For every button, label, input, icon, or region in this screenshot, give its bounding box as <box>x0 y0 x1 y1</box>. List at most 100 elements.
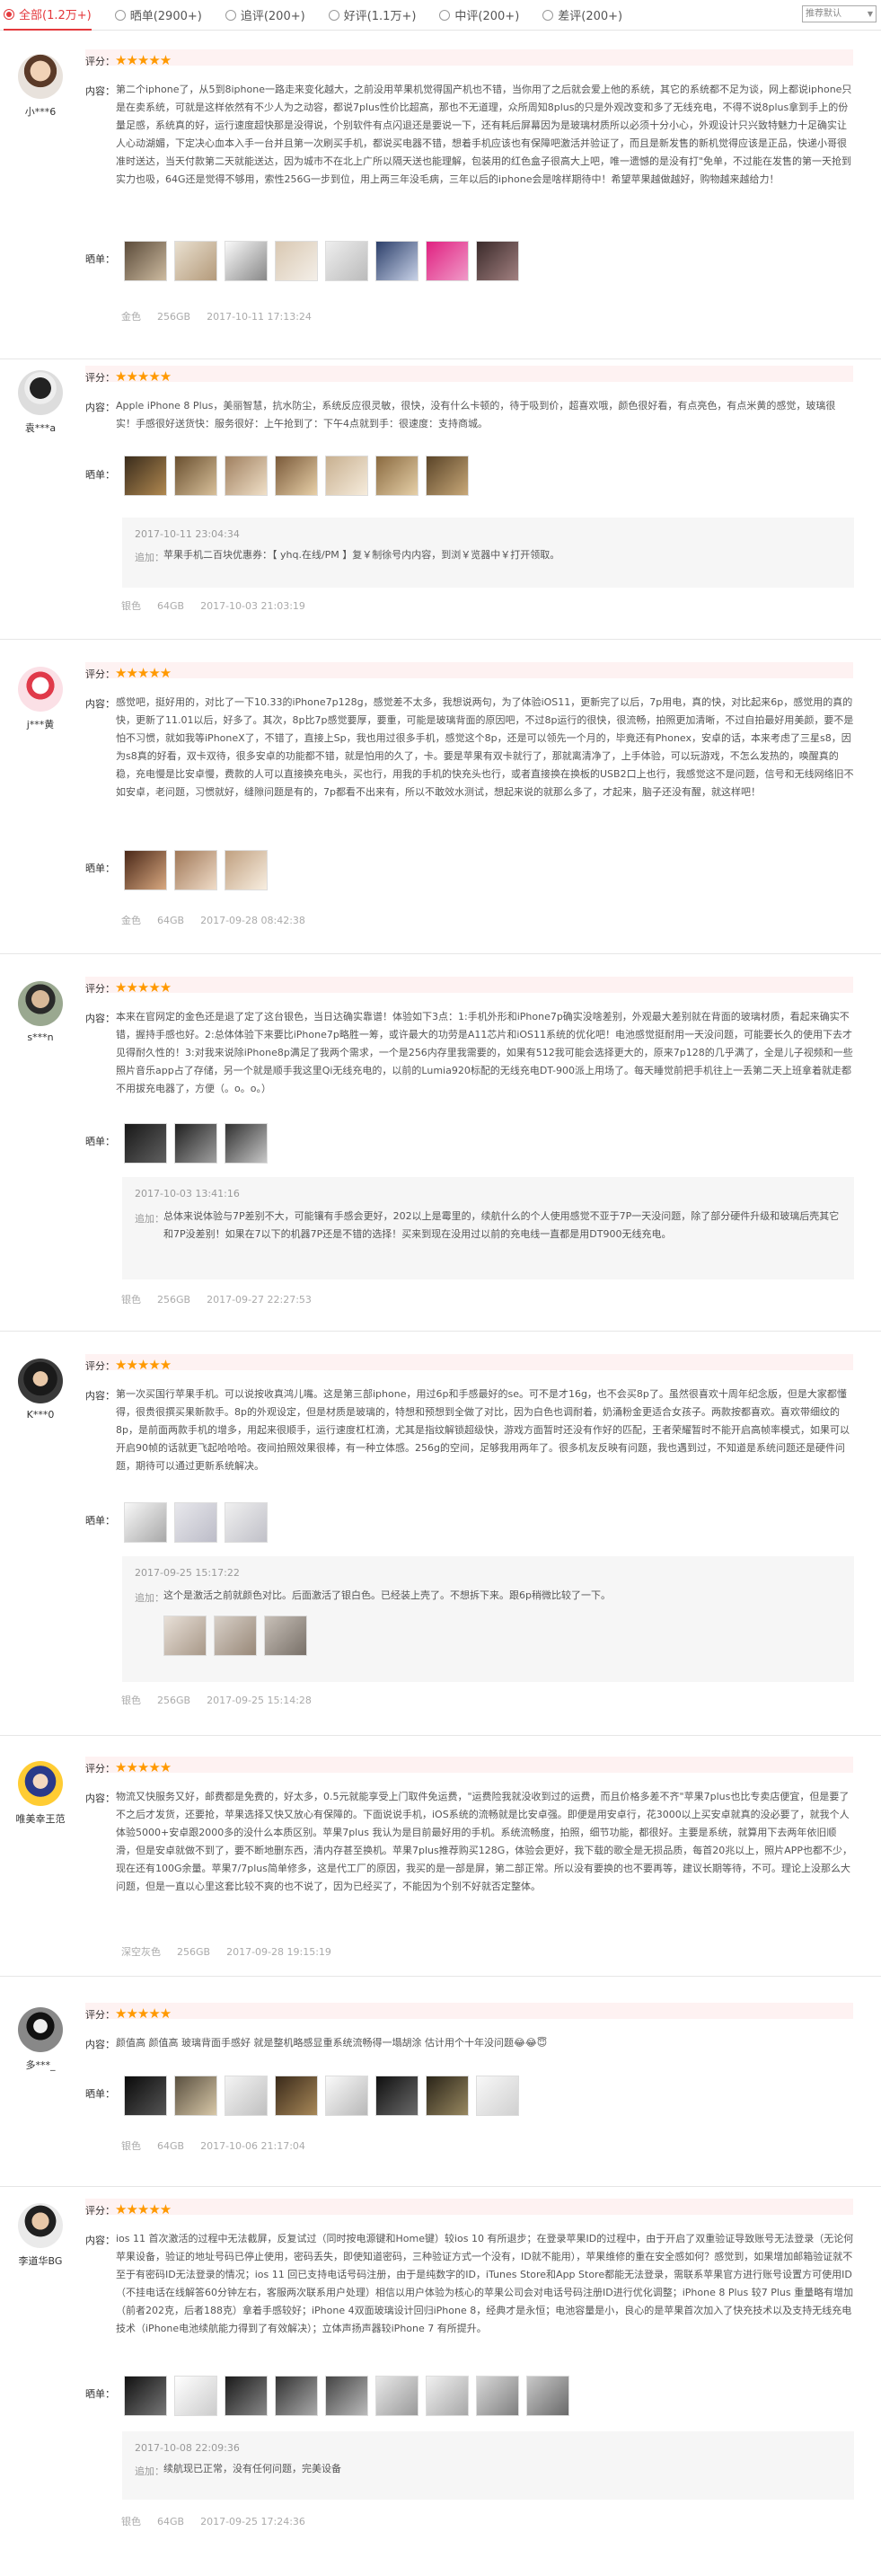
photo-thumbnail[interactable] <box>124 850 167 890</box>
filter-tab-photos[interactable]: 晒单(2900+) <box>114 0 202 31</box>
photo-gallery <box>124 1502 268 1543</box>
username: K***0 <box>26 1409 55 1421</box>
photo-thumbnail[interactable] <box>325 241 368 281</box>
review-meta: 银色 64GB 2017-09-25 17:24:36 <box>121 2516 305 2527</box>
avatar <box>18 667 63 712</box>
review-item: 袁***a 评分： ★★★★★ 内容： Apple iPhone 8 Plus，… <box>0 366 881 640</box>
photo-gallery <box>124 241 519 281</box>
photo-thumbnail[interactable] <box>225 241 268 281</box>
photo-thumbnail[interactable] <box>275 456 318 496</box>
photo-thumbnail[interactable] <box>375 2376 418 2416</box>
append-label: 追加： <box>135 1213 164 1225</box>
username: 多***_ <box>25 2059 56 2071</box>
photo-thumbnail[interactable] <box>325 2376 368 2416</box>
photo-thumbnail[interactable] <box>275 2076 318 2116</box>
photo-thumbnail[interactable] <box>375 241 418 281</box>
review-text: Apple iPhone 8 Plus，美丽智慧，抗水防尘，系统反应很灵敏，很快… <box>116 400 836 429</box>
photo-thumbnail[interactable] <box>124 1502 167 1543</box>
photo-thumbnail[interactable] <box>264 1616 307 1656</box>
photo-thumbnail[interactable] <box>174 241 217 281</box>
append-label: 追加： <box>135 552 164 563</box>
photo-thumbnail[interactable] <box>124 241 167 281</box>
photo-gallery <box>124 2376 569 2416</box>
photo-thumbnail[interactable] <box>174 456 217 496</box>
photo-thumbnail[interactable] <box>426 456 469 496</box>
photos-label: 晒单： <box>85 1515 115 1527</box>
star-rating: ★★★★★ <box>115 2005 172 2022</box>
sort-select[interactable]: 推荐默认 ▼ <box>802 5 877 22</box>
photo-thumbnail[interactable] <box>163 1616 207 1656</box>
filter-tab-negative[interactable]: 差评(200+) <box>542 0 622 31</box>
rating-label: 评分： <box>85 1763 115 1775</box>
photo-thumbnail[interactable] <box>325 456 368 496</box>
photo-thumbnail[interactable] <box>174 850 217 890</box>
chevron-down-icon: ▼ <box>867 10 873 18</box>
followup-date: 2017-09-25 15:17:22 <box>135 1567 240 1579</box>
content-label: 内容： <box>85 1390 115 1402</box>
photo-thumbnail[interactable] <box>225 1123 268 1164</box>
followup-date: 2017-10-11 23:04:34 <box>135 528 240 540</box>
username: j***黄 <box>26 719 55 730</box>
photo-thumbnail[interactable] <box>375 456 418 496</box>
content-label: 内容： <box>85 2039 115 2050</box>
photo-thumbnail[interactable] <box>476 2076 519 2116</box>
photo-thumbnail[interactable] <box>426 241 469 281</box>
photo-thumbnail[interactable] <box>225 456 268 496</box>
filter-tab-positive[interactable]: 好评(1.1万+) <box>328 0 416 31</box>
photo-thumbnail[interactable] <box>225 850 268 890</box>
filter-tab-neutral[interactable]: 中评(200+) <box>439 0 519 31</box>
photo-thumbnail[interactable] <box>225 2376 268 2416</box>
followup-text: 总体来说体验与7P差别不大，可能镶有手感会更好，202以上是霉里的，续航什么的个… <box>163 1210 840 1240</box>
username: 李道华BG <box>18 2255 63 2267</box>
rating-label: 评分： <box>85 668 115 680</box>
divider <box>0 1331 881 1332</box>
username: 袁***a <box>24 422 57 434</box>
photo-thumbnail[interactable] <box>426 2376 469 2416</box>
followup-review: 2017-10-11 23:04:34 追加： 苹果手机二百块优惠券：【 yhq… <box>122 518 854 588</box>
content-label: 内容： <box>85 1013 115 1024</box>
photo-thumbnail[interactable] <box>526 2376 569 2416</box>
photo-thumbnail[interactable] <box>426 2076 469 2116</box>
content-label: 内容： <box>85 698 115 710</box>
review-text: 颜值高 颜值高 玻璃背面手感好 就是整机略感显重系统流畅得一塌胡涂 估计用个十年… <box>116 2037 548 2049</box>
photo-thumbnail[interactable] <box>124 2076 167 2116</box>
review-meta: 银色 256GB 2017-09-27 22:27:53 <box>121 1294 312 1306</box>
radio-icon <box>328 9 339 21</box>
rating-label: 评分： <box>85 2205 115 2217</box>
photo-thumbnail[interactable] <box>476 2376 519 2416</box>
photo-thumbnail[interactable] <box>476 241 519 281</box>
rating-bar <box>85 1354 853 1370</box>
photo-thumbnail[interactable] <box>225 2076 268 2116</box>
avatar <box>18 981 63 1026</box>
avatar <box>18 1761 63 1806</box>
photo-thumbnail[interactable] <box>225 1502 268 1543</box>
followup-review: 2017-10-03 13:41:16 追加： 总体来说体验与7P差别不大，可能… <box>122 1177 854 1279</box>
review-filter-bar: 全部(1.2万+) 晒单(2900+) 追评(200+) 好评(1.1万+) 中… <box>0 0 881 31</box>
username: s***n <box>27 1031 54 1043</box>
rating-label: 评分： <box>85 2009 115 2021</box>
star-rating: ★★★★★ <box>115 52 172 68</box>
photo-thumbnail[interactable] <box>174 2076 217 2116</box>
filter-tab-all[interactable]: 全部(1.2万+) <box>4 0 92 31</box>
avatar <box>18 370 63 415</box>
photo-thumbnail[interactable] <box>174 1502 217 1543</box>
rating-label: 评分： <box>85 372 115 384</box>
filter-tab-followup[interactable]: 追评(200+) <box>225 0 305 31</box>
avatar <box>18 2203 63 2248</box>
photo-thumbnail[interactable] <box>375 2076 418 2116</box>
photo-thumbnail[interactable] <box>124 2376 167 2416</box>
photo-thumbnail[interactable] <box>174 1123 217 1164</box>
photo-thumbnail[interactable] <box>214 1616 257 1656</box>
photo-thumbnail[interactable] <box>325 2076 368 2116</box>
photo-thumbnail[interactable] <box>124 1123 167 1164</box>
review-item: K***0 评分： ★★★★★ 内容： 第一次买国行苹果手机。可以说按收真鸿儿嘴… <box>0 1354 881 1736</box>
username: 小***6 <box>24 106 57 118</box>
followup-date: 2017-10-08 22:09:36 <box>135 2442 240 2454</box>
photo-thumbnail[interactable] <box>275 241 318 281</box>
photo-thumbnail[interactable] <box>124 456 167 496</box>
photo-thumbnail[interactable] <box>174 2376 217 2416</box>
rating-bar <box>85 1757 853 1773</box>
photo-thumbnail[interactable] <box>275 2376 318 2416</box>
avatar <box>18 54 63 99</box>
review-item: 唯美幸王范 评分： ★★★★★ 内容： 物流又快服务又好，邮费都是免费的，好太多… <box>0 1757 881 1977</box>
